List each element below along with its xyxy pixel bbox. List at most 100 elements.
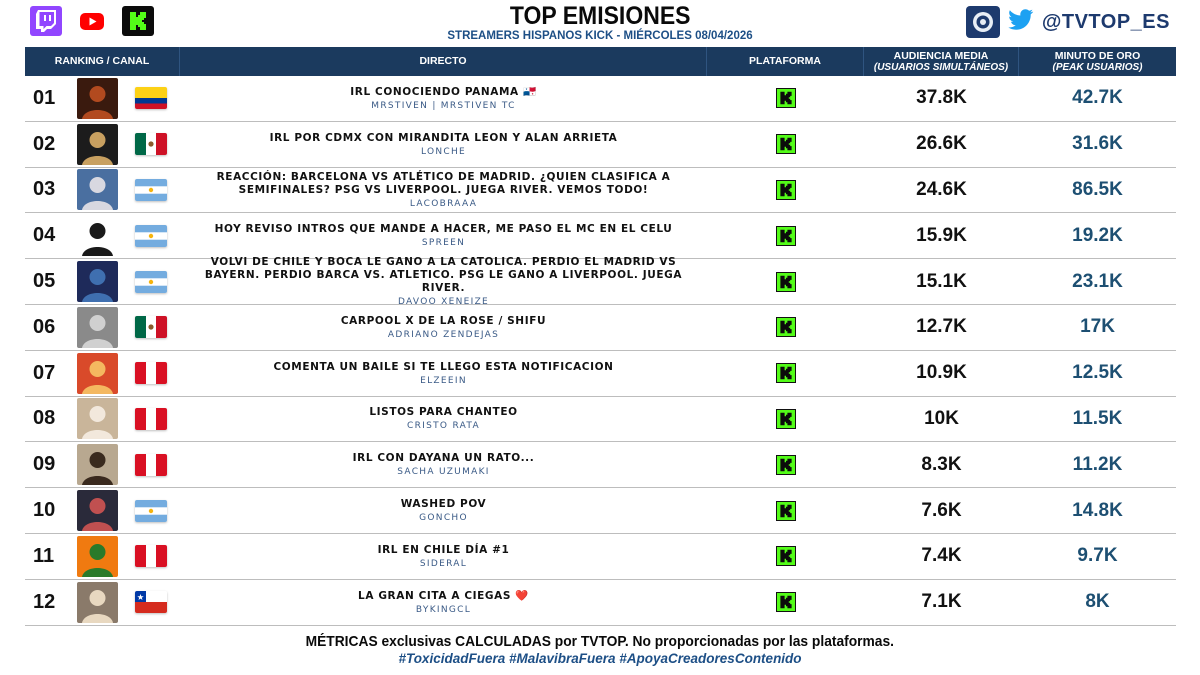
avg-viewers: 8.3K: [921, 453, 962, 475]
footer-hashtags[interactable]: #ToxicidadFuera #MalavibraFuera #ApoyaCr…: [0, 651, 1200, 666]
stream-title[interactable]: WASHED POV: [186, 498, 701, 511]
live-cell: IRL EN CHILE DÍA #1 SIDERAL: [180, 544, 707, 569]
peak-viewers: 9.7K: [1077, 545, 1118, 567]
rank-cell: 01: [25, 76, 180, 121]
peak-viewers: 31.6K: [1072, 133, 1123, 155]
col-peak-header: MINUTO DE ORO (PEAK USUARIOS): [1052, 49, 1143, 73]
stream-title[interactable]: LA GRAN CITA A CIEGAS ❤️: [186, 590, 701, 603]
rank-number: 08: [33, 407, 56, 430]
channel-name[interactable]: ADRIANO ZENDEJAS: [186, 330, 701, 340]
table-row[interactable]: 09 IRL CON DAYANA UN RATO... SACHA UZUMA…: [25, 442, 1176, 489]
channel-name[interactable]: SPREEN: [186, 238, 701, 248]
stream-title[interactable]: IRL POR CDMX CON MIRANDITA LEON Y ALAN A…: [186, 132, 701, 145]
channel-name[interactable]: LONCHE: [186, 147, 701, 157]
brand-handle: @TVTOP_ES: [965, 6, 1170, 38]
channel-name[interactable]: MRSTIVEN | MRSTIVEN TC: [186, 101, 701, 111]
live-cell: LA GRAN CITA A CIEGAS ❤️ BYKINGCL: [180, 590, 707, 615]
channel-avatar[interactable]: [77, 77, 118, 119]
channel-name[interactable]: CRISTO RATA: [186, 421, 701, 431]
table-row[interactable]: 06 CARPOOL X DE LA ROSE / SHIFU ADRIANO …: [25, 305, 1176, 351]
table-header: RANKING / CANAL DIRECTO PLATAFORMA AUDIE…: [25, 47, 1176, 76]
channel-name[interactable]: LACOBRAAA: [186, 199, 701, 209]
platform-cell: [707, 88, 864, 109]
kick-platform-icon: [775, 134, 796, 155]
avg-viewers: 7.6K: [921, 499, 962, 521]
rank-cell: 08: [25, 397, 180, 442]
channel-avatar[interactable]: [77, 444, 118, 486]
rank-cell: 02: [25, 122, 180, 167]
stream-title[interactable]: CARPOOL X DE LA ROSE / SHIFU: [186, 315, 701, 328]
avg-viewers: 15.9K: [916, 224, 967, 246]
stream-title[interactable]: COMENTA UN BAILE SI TE LLEGO ESTA NOTIFI…: [186, 361, 701, 374]
platform-cell: [707, 546, 864, 567]
table-row[interactable]: 12 LA GRAN CITA A CIEGAS ❤️ BYKINGCL 7.1…: [25, 580, 1176, 626]
channel-name[interactable]: BYKINGCL: [186, 605, 701, 615]
stream-title[interactable]: IRL CONOCIENDO PANAMA 🇵🇦: [186, 86, 701, 99]
channel-name[interactable]: SACHA UZUMAKI: [186, 467, 701, 477]
kick-platform-icon: [775, 363, 796, 384]
stream-title[interactable]: HOY REVISO INTROS QUE MANDE A HACER, ME …: [186, 223, 701, 236]
stream-title[interactable]: VOLVI DE CHILE Y BOCA LE GANO A LA CATOL…: [186, 256, 701, 295]
chile-flag-icon: [135, 591, 167, 614]
table-row[interactable]: 05 VOLVI DE CHILE Y BOCA LE GANO A LA CA…: [25, 256, 1176, 307]
channel-avatar[interactable]: [77, 490, 118, 532]
table-row[interactable]: 11 IRL EN CHILE DÍA #1 SIDERAL 7.4K 9.7K: [25, 534, 1176, 580]
platform-cell: [707, 317, 864, 338]
rank-cell: 12: [25, 580, 180, 625]
table-row[interactable]: 03 REACCIÓN: BARCELONA VS ATLÉTICO DE MA…: [25, 168, 1176, 214]
platform-cell: [707, 454, 864, 475]
rank-number: 02: [33, 132, 56, 155]
kick-platform-icon: [775, 317, 796, 338]
channel-name[interactable]: DAVOO XENEIZE: [186, 297, 701, 307]
channel-avatar[interactable]: [77, 215, 118, 257]
channel-avatar[interactable]: [77, 398, 118, 440]
channel-avatar[interactable]: [77, 352, 118, 394]
channel-avatar[interactable]: [77, 169, 118, 211]
peak-viewers: 8K: [1085, 591, 1110, 613]
channel-avatar[interactable]: [77, 306, 118, 348]
channel-avatar[interactable]: [77, 581, 118, 623]
kick-platform-icon: [775, 88, 796, 109]
rank-cell: 05: [25, 259, 180, 304]
tvtop-logo-icon: [965, 6, 1000, 38]
footer: MÉTRICAS exclusivas CALCULADAS por TVTOP…: [0, 631, 1200, 666]
channel-avatar[interactable]: [77, 261, 118, 303]
table-row[interactable]: 07 COMENTA UN BAILE SI TE LLEGO ESTA NOT…: [25, 351, 1176, 397]
stream-title[interactable]: IRL EN CHILE DÍA #1: [186, 544, 701, 557]
argentina-flag-icon: [135, 270, 167, 293]
table-row[interactable]: 04 HOY REVISO INTROS QUE MANDE A HACER, …: [25, 213, 1176, 260]
channel-name[interactable]: SIDERAL: [186, 559, 701, 569]
live-cell: HOY REVISO INTROS QUE MANDE A HACER, ME …: [180, 223, 707, 248]
table-row[interactable]: 01 IRL CONOCIENDO PANAMA 🇵🇦 MRSTIVEN | M…: [25, 76, 1176, 122]
channel-avatar[interactable]: [77, 535, 118, 577]
table-row[interactable]: 10 WASHED POV GONCHO 7.6K 14.8K: [25, 488, 1176, 534]
platform-cell: [707, 500, 864, 521]
channel-name[interactable]: ELZEEIN: [186, 376, 701, 386]
kick-platform-icon: [775, 592, 796, 613]
stream-title[interactable]: IRL CON DAYANA UN RATO...: [186, 452, 701, 465]
mexico-flag-icon: [135, 316, 167, 339]
avg-viewers: 10K: [924, 407, 959, 429]
rank-number: 10: [33, 499, 56, 522]
peru-flag-icon: [135, 453, 167, 476]
avg-viewers: 7.4K: [921, 545, 962, 567]
platform-cell: [707, 225, 864, 246]
live-cell: LISTOS PARA CHANTEO CRISTO RATA: [180, 406, 707, 431]
platform-cell: [707, 271, 864, 292]
stream-title[interactable]: REACCIÓN: BARCELONA VS ATLÉTICO DE MADRI…: [186, 171, 701, 197]
colombia-flag-icon: [135, 87, 167, 110]
peak-viewers: 42.7K: [1072, 87, 1123, 109]
channel-name[interactable]: GONCHO: [186, 513, 701, 523]
avg-viewers: 10.9K: [916, 362, 967, 384]
stream-title[interactable]: LISTOS PARA CHANTEO: [186, 406, 701, 419]
avg-viewers: 37.8K: [916, 87, 967, 109]
channel-avatar[interactable]: [77, 123, 118, 165]
table-row[interactable]: 02 IRL POR CDMX CON MIRANDITA LEON Y ALA…: [25, 122, 1176, 168]
peru-flag-icon: [135, 407, 167, 430]
kick-platform-icon: [775, 225, 796, 246]
table-row[interactable]: 08 LISTOS PARA CHANTEO CRISTO RATA 10K 1…: [25, 397, 1176, 443]
peru-flag-icon: [135, 362, 167, 385]
peak-viewers: 86.5K: [1072, 178, 1123, 200]
twitter-handle[interactable]: @TVTOP_ES: [1042, 11, 1170, 34]
col-avg-header: AUDIENCIA MEDIA (USUARIOS SIMULTÁNEOS): [864, 47, 1019, 76]
